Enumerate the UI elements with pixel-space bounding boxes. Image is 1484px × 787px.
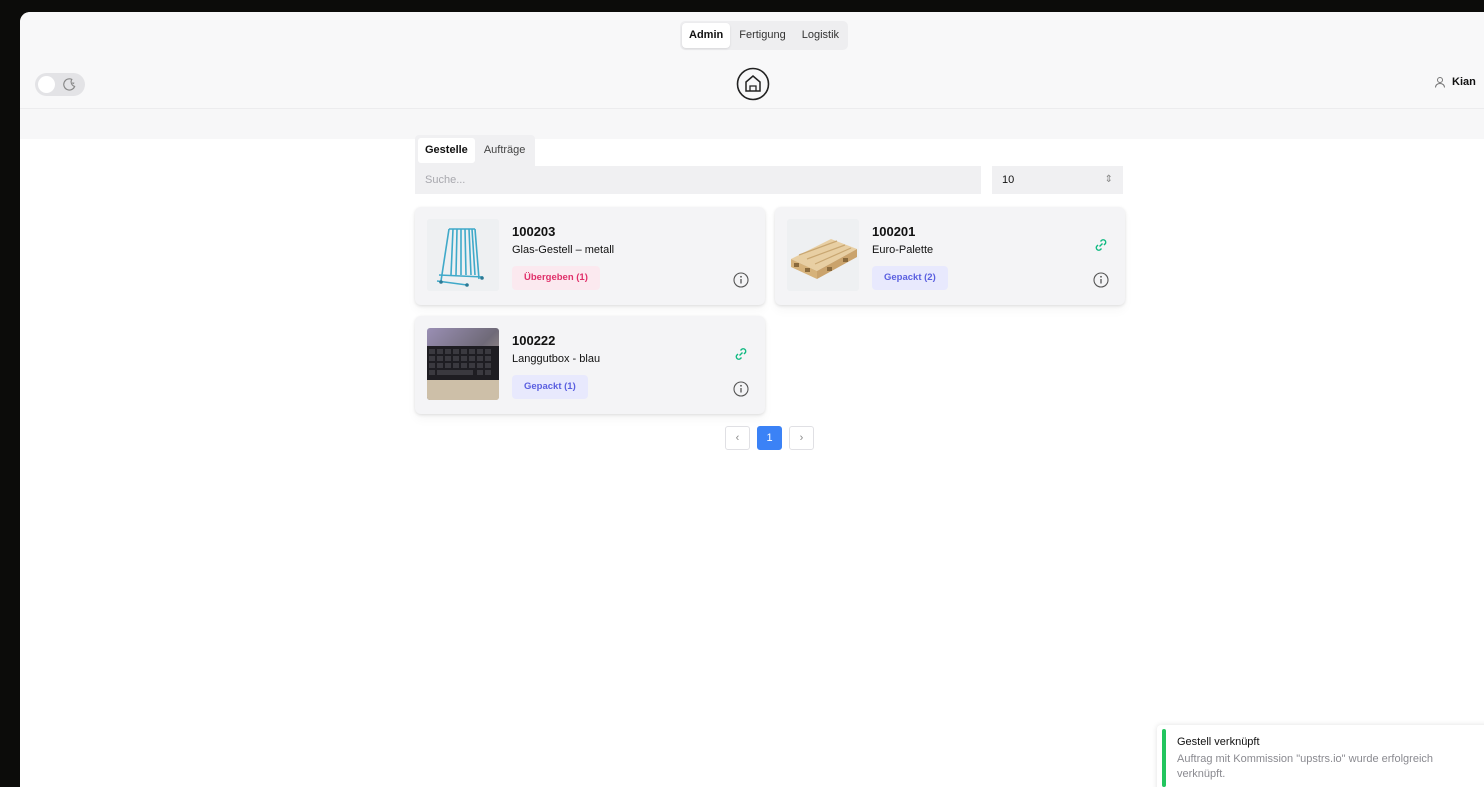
info-icon[interactable]	[1093, 272, 1109, 288]
next-page-button[interactable]: ›	[789, 426, 814, 450]
rack-name: Euro-Palette	[872, 244, 934, 256]
tab-admin[interactable]: Admin	[682, 23, 731, 48]
prev-page-button[interactable]: ‹	[725, 426, 750, 450]
tab-gestelle[interactable]: Gestelle	[418, 138, 475, 163]
glass-rack-image	[427, 219, 499, 291]
rack-code: 100201	[872, 224, 916, 239]
rack-thumbnail	[427, 219, 499, 291]
page-size-value: 10	[1002, 174, 1015, 186]
rack-code: 100203	[512, 224, 556, 239]
rack-code: 100222	[512, 333, 556, 348]
keyboard-image	[427, 328, 499, 400]
rack-card[interactable]: 100201 Euro-Palette Gepackt (2)	[775, 207, 1125, 305]
toggle-knob	[38, 76, 55, 93]
euro-pallet-image	[787, 219, 859, 291]
info-icon[interactable]	[733, 381, 749, 397]
toast-message: Auftrag mit Kommission "upstrs.io" wurde…	[1177, 753, 1434, 780]
link-icon[interactable]	[1093, 237, 1109, 253]
moon-icon	[63, 78, 76, 91]
user-name: Kian	[1452, 76, 1476, 88]
user-icon	[1435, 77, 1445, 88]
status-badge: Übergeben (1)	[512, 266, 600, 290]
rack-card[interactable]: 100222 Langgutbox - blau Gepackt (1)	[415, 316, 765, 414]
page-button-current[interactable]: 1	[757, 426, 782, 450]
tab-logistik[interactable]: Logistik	[795, 23, 846, 48]
rack-name: Langgutbox - blau	[512, 353, 601, 365]
status-badge: Gepackt (1)	[512, 375, 588, 399]
pagination: ‹ 1 ›	[725, 426, 814, 450]
toast-title: Gestell verknüpft	[1177, 736, 1260, 748]
tab-auftraege[interactable]: Aufträge	[477, 138, 533, 163]
info-icon[interactable]	[733, 272, 749, 288]
search-input[interactable]	[415, 166, 981, 194]
toast-notification[interactable]: Gestell verknüpft Auftrag mit Kommission…	[1157, 725, 1484, 787]
tab-fertigung[interactable]: Fertigung	[732, 23, 792, 48]
top-navigation: Admin Fertigung Logistik Kian	[20, 12, 1484, 109]
rack-name: Glas-Gestell – metall	[512, 244, 615, 256]
theme-toggle[interactable]	[35, 73, 85, 96]
rack-thumbnail	[427, 328, 499, 400]
page-size-select[interactable]: 10 ⇕	[992, 166, 1123, 194]
status-badge: Gepackt (2)	[872, 266, 948, 290]
mode-switcher: Admin Fertigung Logistik	[680, 21, 849, 50]
app-logo-icon[interactable]	[736, 67, 770, 101]
rack-thumbnail	[787, 219, 859, 291]
app-window: Admin Fertigung Logistik Kian Gestelle A…	[20, 12, 1484, 787]
chevron-updown-icon: ⇕	[1104, 174, 1113, 185]
link-icon[interactable]	[733, 346, 749, 362]
toast-success-bar	[1162, 729, 1166, 787]
sub-header	[20, 109, 1484, 139]
user-menu[interactable]: Kian	[1434, 76, 1476, 88]
content-tabs: Gestelle Aufträge	[415, 135, 536, 166]
rack-card[interactable]: 100203 Glas-Gestell – metall Übergeben (…	[415, 207, 765, 305]
